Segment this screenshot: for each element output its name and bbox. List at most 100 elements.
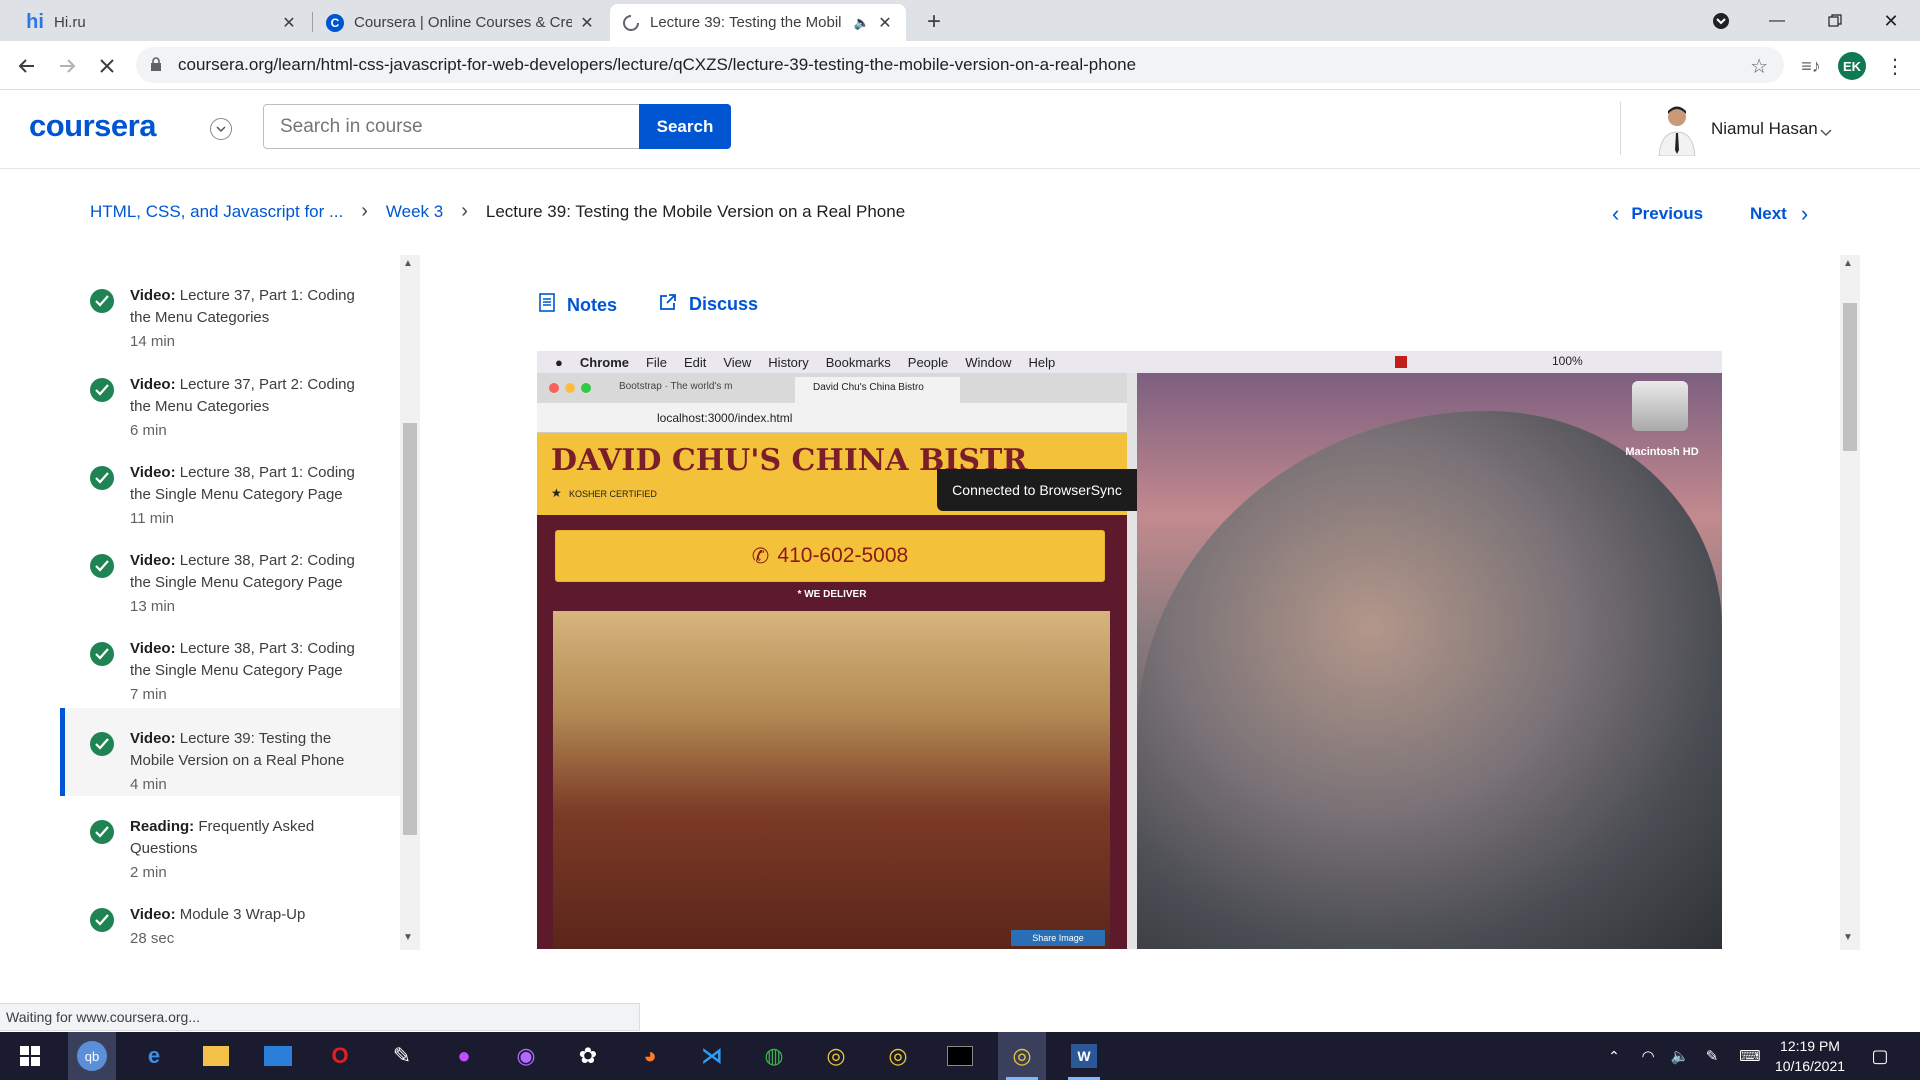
chrome-icon[interactable]: ◎ xyxy=(812,1032,860,1080)
phone-bar: ✆ 410-602-5008 xyxy=(555,530,1105,582)
user-name[interactable]: Niamul Hasan xyxy=(1711,119,1818,139)
chrome-profile-ek-icon[interactable]: ◎ xyxy=(998,1032,1046,1080)
video-player[interactable]: Macintosh HD ● Chrome File Edit View His… xyxy=(537,351,1722,949)
mac-menu-item: View xyxy=(723,354,752,370)
address-bar[interactable]: coursera.org/learn/html-css-javascript-f… xyxy=(136,47,1784,83)
github-desktop-icon[interactable]: ◉ xyxy=(502,1032,550,1080)
browser-status-bubble: Waiting for www.coursera.org... xyxy=(0,1003,640,1031)
scroll-down-arrow-icon[interactable]: ▼ xyxy=(403,932,413,943)
inkscape-icon[interactable]: ✎ xyxy=(378,1032,426,1080)
mac-menu-item: File xyxy=(645,354,667,370)
lock-icon[interactable] xyxy=(150,57,162,77)
browser-tab-lecture[interactable]: Lecture 39: Testing the Mobil 🔈 ✕ xyxy=(610,4,906,41)
notifications-icon[interactable]: ▢ xyxy=(1856,1032,1904,1080)
qbittorrent-icon[interactable]: qb xyxy=(68,1032,116,1080)
search-in-course-input[interactable]: Search in course xyxy=(263,104,640,149)
item-duration: 7 min xyxy=(130,686,167,703)
item-title: Video: Lecture 37, Part 1: Coding the Me… xyxy=(130,287,355,326)
phone-icon: ✆ xyxy=(751,544,770,568)
browser-tab-hiru[interactable]: hi Hi.ru ✕ xyxy=(14,4,310,41)
word-icon[interactable]: W xyxy=(1060,1032,1108,1080)
user-avatar[interactable] xyxy=(1655,102,1699,157)
edge-icon[interactable]: e xyxy=(130,1032,178,1080)
messenger-icon[interactable]: ● xyxy=(440,1032,488,1080)
close-tab-icon[interactable]: ✕ xyxy=(578,13,596,33)
discuss-button[interactable]: Discuss xyxy=(659,293,758,316)
mac-menu-item: Chrome xyxy=(579,354,629,370)
new-tab-icon[interactable]: + xyxy=(920,8,948,36)
share-image-button: Share Image xyxy=(1011,930,1105,946)
scroll-up-arrow-icon[interactable]: ▲ xyxy=(403,258,413,269)
forward-icon[interactable] xyxy=(52,51,82,81)
item-duration: 11 min xyxy=(130,510,174,527)
main-scrollbar-thumb[interactable] xyxy=(1843,303,1857,451)
audio-playing-icon[interactable]: 🔈 xyxy=(854,15,870,31)
close-tab-icon[interactable]: ✕ xyxy=(280,13,298,33)
mail-icon[interactable] xyxy=(254,1032,302,1080)
paint-icon[interactable]: ✿ xyxy=(564,1032,612,1080)
breadcrumb-course-link[interactable]: HTML, CSS, and Javascript for ... xyxy=(90,202,343,222)
list-item[interactable]: Video: Lecture 37, Part 2: Coding the Me… xyxy=(60,354,400,442)
next-button[interactable]: Next › xyxy=(1750,201,1808,227)
tab-search-icon[interactable] xyxy=(1710,10,1732,32)
bistro-body: ✆ 410-602-5008 * WE DELIVER Share Image xyxy=(537,515,1127,949)
mac-close-dot-icon xyxy=(549,383,559,393)
taskbar-clock[interactable]: 12:19 PM 10/16/2021 xyxy=(1760,1036,1860,1076)
scroll-down-arrow-icon[interactable]: ▼ xyxy=(1843,932,1853,943)
coursera-logo[interactable]: coursera xyxy=(29,108,156,144)
item-duration: 14 min xyxy=(130,333,176,350)
mac-minimize-dot-icon xyxy=(565,383,575,393)
list-item[interactable]: Video: Lecture 37, Part 1: Coding the Me… xyxy=(60,265,400,353)
minimize-icon[interactable]: — xyxy=(1762,6,1792,36)
list-item-current[interactable]: Video: Lecture 39: Testing the Mobile Ve… xyxy=(60,708,400,796)
chevron-left-icon: ‹ xyxy=(1612,201,1620,226)
search-button[interactable]: Search xyxy=(639,104,731,149)
media-control-icon[interactable]: ≡♪ xyxy=(1796,51,1826,81)
explore-chevron-icon[interactable] xyxy=(210,118,232,140)
chrome-alt-icon[interactable]: ◎ xyxy=(874,1032,922,1080)
mac-menu-item: People xyxy=(907,354,949,370)
tab-separator xyxy=(312,12,313,32)
bookmark-star-icon[interactable]: ☆ xyxy=(1750,54,1768,79)
browser-tab-coursera[interactable]: C Coursera | Online Courses & Cre ✕ xyxy=(314,4,608,41)
notes-icon xyxy=(539,293,555,317)
item-duration: 6 min xyxy=(130,422,167,439)
url-text: coursera.org/learn/html-css-javascript-f… xyxy=(178,55,1137,74)
sidebar-scrollbar-thumb[interactable] xyxy=(403,423,417,835)
close-tab-icon[interactable]: ✕ xyxy=(876,13,894,33)
list-item[interactable]: Video: Module 3 Wrap-Up 28 sec xyxy=(60,884,400,950)
mac-menu-item: Window xyxy=(965,354,1012,370)
stop-loading-icon[interactable] xyxy=(92,51,122,81)
vscode-icon[interactable]: ⋊ xyxy=(688,1032,736,1080)
breadcrumb-week-link[interactable]: Week 3 xyxy=(386,202,443,222)
scroll-up-arrow-icon[interactable]: ▲ xyxy=(1843,258,1853,269)
back-icon[interactable] xyxy=(12,51,42,81)
list-item[interactable]: Video: Lecture 38, Part 3: Coding the Si… xyxy=(60,618,400,706)
list-item[interactable]: Video: Lecture 38, Part 2: Coding the Si… xyxy=(60,530,400,618)
coursera-favicon-icon: C xyxy=(326,13,344,32)
completed-check-icon xyxy=(90,642,114,666)
profile-avatar[interactable]: EK xyxy=(1838,52,1866,80)
breadcrumb-chevron-icon: › xyxy=(461,200,468,222)
terminal-icon[interactable] xyxy=(936,1032,984,1080)
list-item[interactable]: Video: Lecture 38, Part 1: Coding the Si… xyxy=(60,442,400,530)
inner-tab: Bootstrap · The world's m xyxy=(619,381,733,392)
windows-start-icon[interactable] xyxy=(6,1032,54,1080)
notes-button[interactable]: Notes xyxy=(539,293,617,317)
chrome-menu-icon[interactable]: ⋮ xyxy=(1880,51,1910,81)
loading-spinner-icon xyxy=(622,14,640,32)
next-label: Next xyxy=(1750,204,1787,223)
inner-tab-active: David Chu's China Bistro xyxy=(795,377,960,403)
mac-menu-item: History xyxy=(768,354,809,370)
close-window-icon[interactable]: ✕ xyxy=(1876,6,1906,36)
restore-icon[interactable] xyxy=(1820,6,1850,36)
previous-button[interactable]: ‹ Previous xyxy=(1612,201,1703,227)
file-explorer-icon[interactable] xyxy=(192,1032,240,1080)
item-title: Video: Lecture 39: Testing the Mobile Ve… xyxy=(130,730,345,769)
user-menu-chevron-icon[interactable] xyxy=(1820,124,1832,142)
inner-address-bar: localhost:3000/index.html xyxy=(537,403,1127,433)
opera-icon[interactable]: O xyxy=(316,1032,364,1080)
list-item[interactable]: Reading: Frequently Asked Questions 2 mi… xyxy=(60,796,400,884)
network-globe-icon[interactable]: ◍ xyxy=(750,1032,798,1080)
firefox-icon[interactable]: ◕ xyxy=(626,1032,674,1080)
